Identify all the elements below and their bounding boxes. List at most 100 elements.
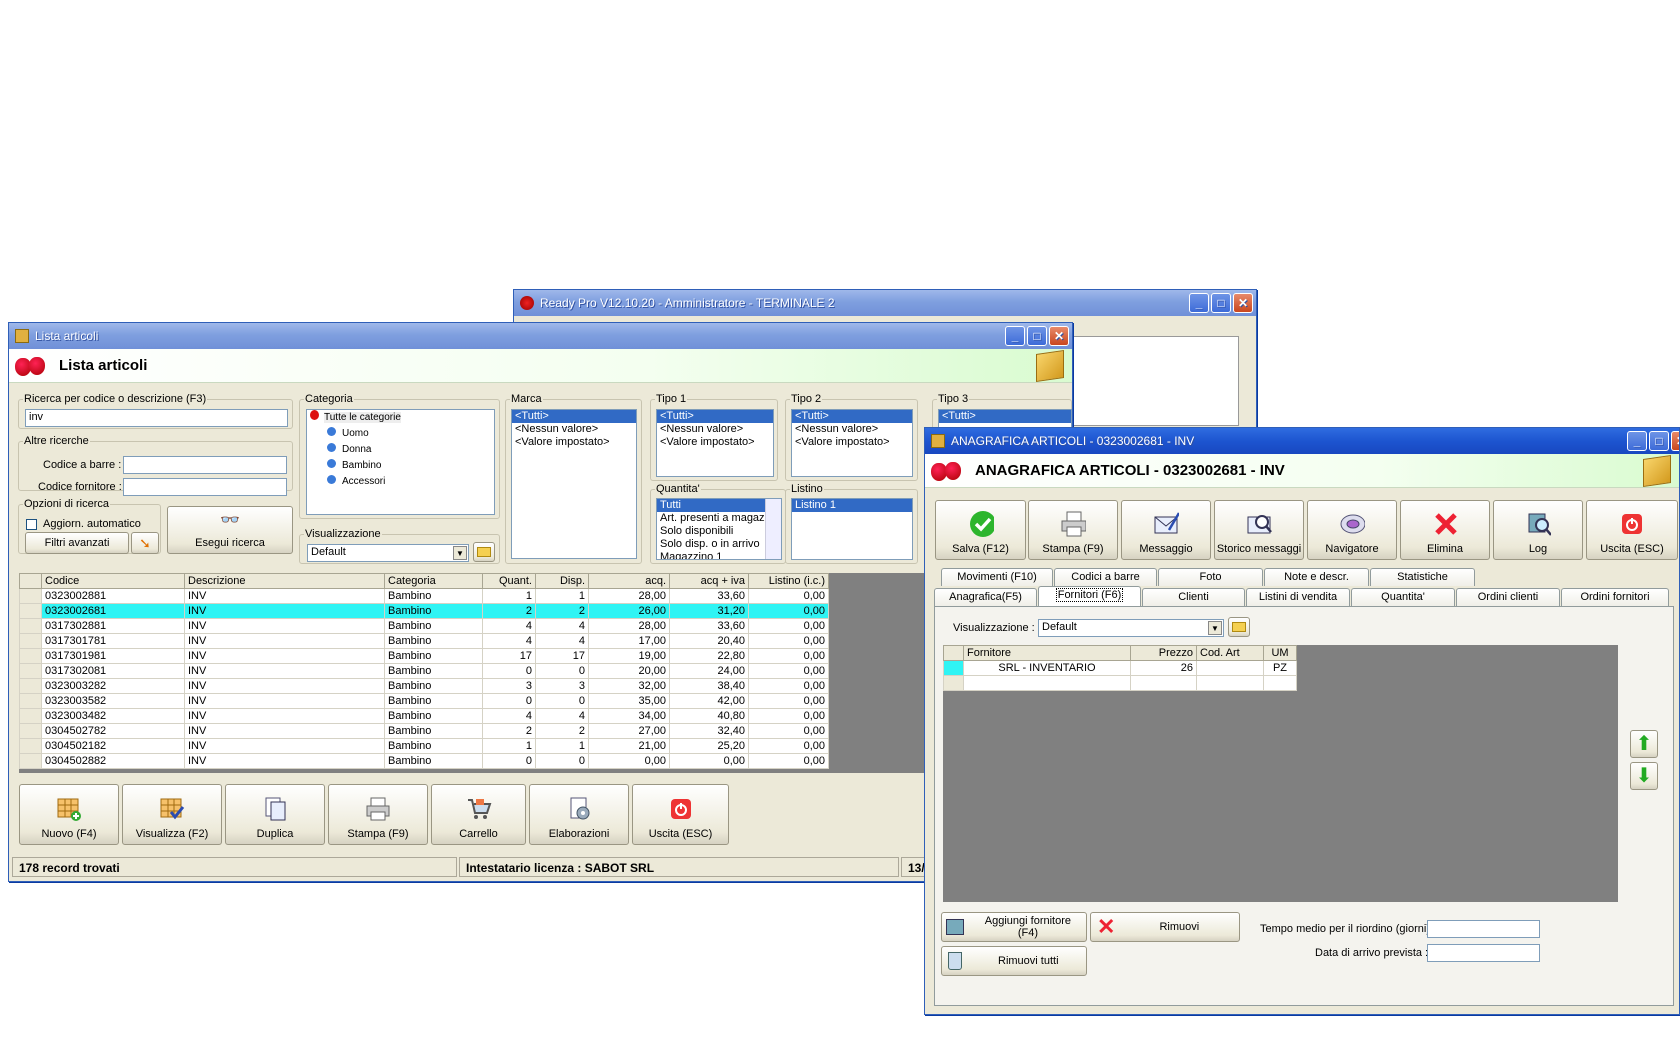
row-indicator[interactable] bbox=[19, 588, 42, 604]
table-cell[interactable]: 0304502182 bbox=[41, 738, 185, 754]
table-cell[interactable]: 3 bbox=[535, 678, 589, 694]
table-cell[interactable]: Bambino bbox=[384, 678, 483, 694]
row-indicator[interactable] bbox=[19, 618, 42, 634]
tab-movimenti[interactable]: Movimenti (F10) bbox=[941, 568, 1053, 586]
move-down-button[interactable]: ⬇ bbox=[1630, 762, 1658, 790]
quantity-option-0[interactable]: Tutti bbox=[657, 499, 765, 512]
type1-list[interactable]: <Tutti> <Nessun valore> <Valore impostat… bbox=[656, 409, 774, 477]
tab-codici-a-barre[interactable]: Codici a barre bbox=[1054, 568, 1157, 586]
table-cell[interactable]: 1 bbox=[535, 588, 589, 604]
type1-option-valore-impostato[interactable]: <Valore impostato> bbox=[657, 436, 773, 449]
table-cell[interactable]: 4 bbox=[535, 618, 589, 634]
row-indicator[interactable] bbox=[19, 633, 42, 649]
table-cell[interactable]: INV bbox=[184, 738, 385, 754]
processing-button[interactable]: Elaborazioni bbox=[529, 784, 629, 845]
table-cell[interactable]: 0304502782 bbox=[41, 723, 185, 739]
unit-cell[interactable]: PZ bbox=[1263, 660, 1297, 676]
table-cell[interactable]: Bambino bbox=[384, 603, 483, 619]
table-cell[interactable]: 1 bbox=[482, 738, 536, 754]
table-row[interactable]: 0317301981 INV Bambino 17 17 19,00 22,80 0,00 bbox=[19, 648, 829, 664]
row-indicator[interactable] bbox=[19, 738, 42, 754]
type2-option-valore-impostato[interactable]: <Valore impostato> bbox=[792, 436, 912, 449]
table-cell[interactable]: 0 bbox=[535, 753, 589, 769]
table-cell[interactable]: 0323003282 bbox=[41, 678, 185, 694]
table-cell[interactable]: 0,00 bbox=[748, 603, 829, 619]
table-cell[interactable]: INV bbox=[184, 618, 385, 634]
table-cell[interactable]: 2 bbox=[482, 723, 536, 739]
table-row[interactable]: 0304502882 INV Bambino 0 0 0,00 0,00 0,00 bbox=[19, 753, 829, 769]
table-row-empty[interactable] bbox=[943, 675, 1297, 691]
exit-button[interactable]: Uscita (ESC) bbox=[632, 784, 729, 845]
view-select[interactable]: Default ▼ bbox=[1038, 619, 1224, 637]
table-cell[interactable]: 0,00 bbox=[748, 633, 829, 649]
table-cell[interactable]: 28,00 bbox=[588, 588, 670, 604]
type2-option-tutti[interactable]: <Tutti> bbox=[792, 410, 912, 423]
add-supplier-button[interactable]: Aggiungi fornitore (F4) bbox=[941, 912, 1087, 942]
tab-listini-di-vendita[interactable]: Listini di vendita bbox=[1246, 588, 1350, 606]
column-header[interactable]: acq. bbox=[588, 573, 670, 589]
message-button[interactable]: Messaggio bbox=[1121, 500, 1211, 560]
table-cell[interactable]: INV bbox=[184, 648, 385, 664]
tab-foto[interactable]: Foto bbox=[1158, 568, 1263, 586]
row-indicator[interactable] bbox=[19, 708, 42, 724]
table-cell[interactable]: 0,00 bbox=[748, 588, 829, 604]
table-cell[interactable]: 26,00 bbox=[588, 603, 670, 619]
row-indicator[interactable] bbox=[19, 753, 42, 769]
table-row[interactable]: SRL - INVENTARIO 26 PZ bbox=[943, 660, 1297, 676]
table-cell[interactable]: 0,00 bbox=[748, 678, 829, 694]
column-header[interactable]: Listino (i.c.) bbox=[748, 573, 829, 589]
brand-option-valore-impostato[interactable]: <Valore impostato> bbox=[512, 436, 636, 449]
column-header[interactable]: Categoria bbox=[384, 573, 483, 589]
delete-button[interactable]: Elimina bbox=[1400, 500, 1490, 560]
search-input[interactable]: inv bbox=[25, 409, 288, 427]
table-cell[interactable]: 0323003482 bbox=[41, 708, 185, 724]
table-cell[interactable]: Bambino bbox=[384, 663, 483, 679]
table-cell[interactable]: 4 bbox=[482, 633, 536, 649]
table-cell[interactable]: Bambino bbox=[384, 738, 483, 754]
duplicate-button[interactable]: Duplica bbox=[225, 784, 325, 845]
lista-titlebar[interactable]: Lista articoli _ □ ✕ bbox=[9, 323, 1072, 349]
article-code-cell[interactable] bbox=[1196, 660, 1264, 676]
column-header[interactable]: Codice bbox=[41, 573, 185, 589]
filter-arrow-button[interactable]: ➘ bbox=[131, 532, 159, 554]
table-row[interactable]: 0304502182 INV Bambino 1 1 21,00 25,20 0,00 bbox=[19, 738, 829, 754]
quantity-list[interactable]: Tutti Art. presenti a magazz Solo dispon… bbox=[656, 498, 782, 560]
remove-all-button[interactable]: Rimuovi tutti bbox=[941, 946, 1087, 976]
tab-quantita[interactable]: Quantita' bbox=[1351, 588, 1455, 606]
table-cell[interactable]: 32,00 bbox=[588, 678, 670, 694]
table-cell[interactable]: Bambino bbox=[384, 693, 483, 709]
column-header[interactable]: Quant. bbox=[482, 573, 536, 589]
table-cell[interactable]: 20,40 bbox=[669, 633, 749, 649]
table-cell[interactable]: 2 bbox=[482, 603, 536, 619]
table-cell[interactable]: 4 bbox=[535, 633, 589, 649]
table-cell[interactable]: Bambino bbox=[384, 618, 483, 634]
table-row[interactable]: 0323003582 INV Bambino 0 0 35,00 42,00 0,00 bbox=[19, 693, 829, 709]
table-cell[interactable]: 20,00 bbox=[588, 663, 670, 679]
table-cell[interactable]: INV bbox=[184, 753, 385, 769]
tree-item-all[interactable]: Tutte le categorie bbox=[307, 410, 494, 426]
table-cell[interactable]: INV bbox=[184, 603, 385, 619]
table-row[interactable]: 0323003282 INV Bambino 3 3 32,00 38,40 0,00 bbox=[19, 678, 829, 694]
table-cell[interactable]: INV bbox=[184, 693, 385, 709]
move-up-button[interactable]: ⬆ bbox=[1630, 730, 1658, 758]
table-cell[interactable]: INV bbox=[184, 723, 385, 739]
table-cell[interactable]: 42,00 bbox=[669, 693, 749, 709]
table-cell[interactable]: 0323002681 bbox=[41, 603, 185, 619]
close-button[interactable]: ✕ bbox=[1049, 326, 1069, 346]
table-cell[interactable]: 2 bbox=[535, 603, 589, 619]
maximize-button[interactable]: □ bbox=[1649, 431, 1669, 451]
table-cell[interactable]: 3 bbox=[482, 678, 536, 694]
tab-fornitori[interactable]: Fornitori (F6) bbox=[1038, 586, 1141, 606]
column-header[interactable]: Disp. bbox=[535, 573, 589, 589]
table-cell[interactable]: INV bbox=[184, 663, 385, 679]
minimize-button[interactable]: _ bbox=[1627, 431, 1647, 451]
empty-cell[interactable] bbox=[1263, 675, 1297, 691]
table-cell[interactable]: 19,00 bbox=[588, 648, 670, 664]
maximize-button[interactable]: □ bbox=[1211, 293, 1231, 313]
auto-update-checkbox[interactable] bbox=[26, 519, 37, 530]
table-cell[interactable]: Bambino bbox=[384, 723, 483, 739]
table-cell[interactable]: 28,00 bbox=[588, 618, 670, 634]
table-cell[interactable]: 0 bbox=[535, 663, 589, 679]
quantity-scrollbar[interactable] bbox=[765, 499, 781, 559]
table-cell[interactable]: 0,00 bbox=[748, 693, 829, 709]
